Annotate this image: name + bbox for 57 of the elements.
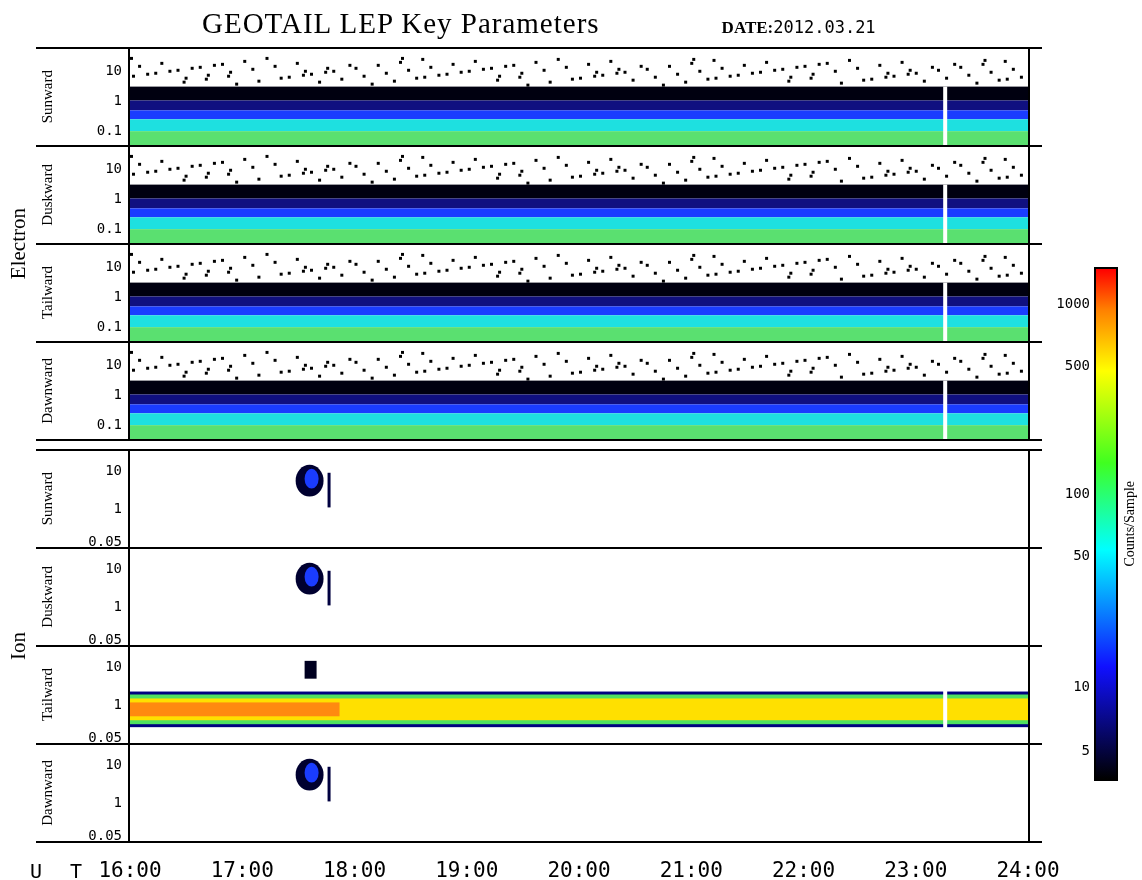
x-tick-label: 20:00 (547, 858, 611, 880)
group-label: Electron (5, 208, 31, 280)
y-tick-label: 0.1 (96, 121, 122, 138)
colorbar-tick-label: 5 (1081, 742, 1090, 759)
panel-label: Tailward (38, 266, 56, 320)
y-tick-label: 10 (105, 62, 122, 79)
colorbar-tick-label: 100 (1064, 485, 1090, 502)
y-tick-label: 1 (113, 91, 122, 108)
y-tick-label: 10 (105, 356, 122, 373)
panel-label: Dawnward (38, 760, 56, 826)
y-tick-label: 1 (113, 695, 122, 712)
group-label: Ion (5, 632, 31, 660)
date-label: DATE: (721, 18, 774, 37)
panel-label: Duskward (38, 566, 56, 628)
y-tick-label: 1 (113, 385, 122, 402)
panel-label: Sunward (38, 70, 56, 124)
y-tick-label: 0.05 (88, 631, 122, 648)
x-tick-label: 23:00 (884, 858, 948, 880)
y-tick-label: 1 (113, 597, 122, 614)
y-tick-label: 10 (105, 258, 122, 275)
y-tick-label: 1 (113, 287, 122, 304)
y-tick-label: 1 (113, 189, 122, 206)
x-tick-label: 16:00 (98, 858, 162, 880)
chart-title: GEOTAIL LEP Key Parameters (202, 7, 600, 40)
x-tick-label: 24:00 (996, 858, 1060, 880)
ion-cluster-drawing (295, 758, 331, 802)
y-tick-label: 1 (113, 793, 122, 810)
x-tick-label: 21:00 (659, 858, 723, 880)
panel-label: Dawnward (38, 358, 56, 424)
ion-cluster-drawing (304, 660, 317, 679)
x-tick-label: 18:00 (322, 858, 387, 880)
y-tick-label: 0.05 (88, 729, 122, 746)
y-tick-label: 0.1 (96, 219, 122, 236)
date-value: 2012.03.21 (773, 17, 876, 37)
colorbar-label: Counts/Sample (1122, 481, 1138, 567)
y-tick-label: 10 (105, 560, 122, 577)
y-tick-label: 1 (113, 499, 122, 516)
x-tick-label: 22:00 (771, 858, 836, 880)
y-tick-label: 0.1 (96, 415, 122, 432)
colorbar-tick-label: 1000 (1056, 294, 1090, 311)
x-tick-label: 19:00 (435, 858, 499, 880)
panel-label: Tailward (38, 668, 56, 722)
ion-cluster-drawing (295, 464, 331, 508)
panel-label: Sunward (38, 472, 56, 526)
y-tick-label: 10 (105, 756, 122, 773)
colorbar-tick-label: 50 (1073, 546, 1090, 563)
x-tick-label: 17:00 (210, 858, 274, 880)
y-tick-label: 0.05 (88, 533, 122, 550)
y-tick-label: 10 (105, 462, 122, 479)
y-tick-label: 0.05 (88, 827, 122, 844)
y-tick-label: 0.1 (96, 317, 122, 334)
colorbar-tick-label: 10 (1073, 678, 1090, 695)
colorbar-tick-label: 500 (1064, 356, 1090, 373)
y-tick-label: 10 (105, 658, 122, 675)
panel-label: Duskward (38, 164, 56, 226)
y-tick-label: 10 (105, 160, 122, 177)
ion-cluster-drawing (295, 562, 331, 606)
